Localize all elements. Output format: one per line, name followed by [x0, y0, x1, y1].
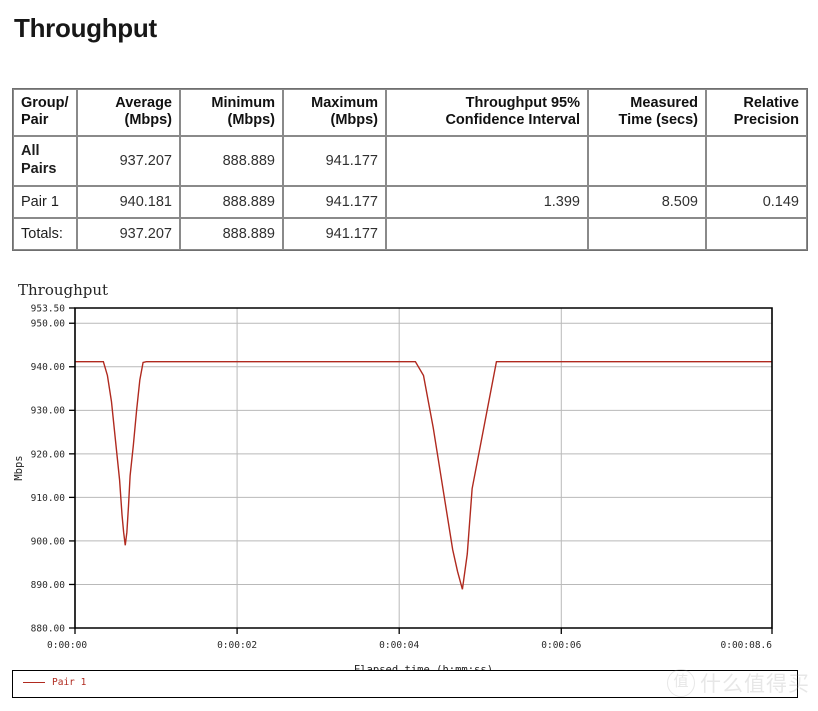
cell-measured-time: 8.509 [588, 185, 706, 218]
chart-x-axis-tick-labels: 0:00:00 0:00:02 0:00:04 0:00:06 0:00:08.6 [47, 640, 772, 651]
chart-y-tick-marks [69, 307, 75, 629]
chart-gridlines [75, 308, 772, 628]
svg-text:953.50: 953.50 [31, 303, 66, 314]
row-label-totals: Totals: [13, 217, 77, 250]
column-header-minimum: Minimum (Mbps) [180, 89, 283, 136]
cell-measured-time [588, 135, 706, 186]
legend-line-swatch-icon [23, 682, 45, 683]
column-header-maximum-line2: (Mbps) [330, 112, 378, 129]
svg-text:920.00: 920.00 [31, 449, 66, 460]
svg-text:880.00: 880.00 [31, 623, 66, 634]
cell-average: 937.207 [77, 135, 180, 186]
svg-text:890.00: 890.00 [31, 580, 66, 591]
column-header-confidence-line1: Throughput 95% [465, 95, 580, 111]
cell-relative-precision [706, 217, 807, 250]
svg-text:0:00:08.6: 0:00:08.6 [721, 640, 773, 651]
cell-average: 937.207 [77, 217, 180, 250]
table-header: Group/ Pair Average (Mbps) Minimum (Mbps… [13, 89, 807, 136]
chart-y-axis-label: Mbps [13, 455, 25, 480]
column-header-measured-line2: Time (secs) [618, 112, 698, 129]
column-header-group-pair-line2: Pair [21, 112, 49, 129]
chart-frame [74, 307, 773, 629]
cell-maximum: 941.177 [283, 135, 386, 186]
svg-text:950.00: 950.00 [31, 319, 66, 330]
svg-text:940.00: 940.00 [31, 362, 66, 373]
cell-average: 940.181 [77, 185, 180, 218]
column-header-average: Average (Mbps) [77, 89, 180, 136]
column-header-group-pair: Group/ Pair [13, 89, 77, 136]
table-row: Totals: 937.207 888.889 941.177 [13, 217, 807, 250]
throughput-results-table: Group/ Pair Average (Mbps) Minimum (Mbps… [12, 88, 808, 251]
column-header-confidence-interval: Throughput 95% Confidence Interval [386, 89, 588, 136]
column-header-relative-precision: Relative Precision [706, 89, 807, 136]
row-label-pair-1: Pair 1 [13, 185, 77, 218]
column-header-precision-line2: Precision [733, 112, 799, 129]
column-header-confidence-line2: Confidence Interval [445, 112, 580, 129]
row-label-all-pairs-line1: All [21, 143, 40, 160]
svg-text:900.00: 900.00 [31, 536, 66, 547]
chart-x-tick-marks [74, 628, 773, 634]
svg-text:0:00:00: 0:00:00 [47, 640, 87, 651]
chart-plot-area: 953.50 950.00 940.00 930.00 920.00 910.00 900.… [13, 303, 773, 670]
table-row: Pair 1 940.181 888.889 941.177 1.399 8.5… [13, 185, 807, 218]
chart-legend: Pair 1 [12, 670, 798, 698]
column-header-group-pair-line1: Group/ [21, 95, 69, 111]
svg-text:0:00:02: 0:00:02 [217, 640, 257, 651]
cell-relative-precision: 0.149 [706, 185, 807, 218]
cell-minimum: 888.889 [180, 217, 283, 250]
column-header-maximum: Maximum (Mbps) [283, 89, 386, 136]
results-table: Group/ Pair Average (Mbps) Minimum (Mbps… [12, 88, 808, 251]
row-label-all-pairs: All Pairs [13, 135, 77, 186]
page-title: Throughput [14, 13, 157, 43]
table-body: All Pairs 937.207 888.889 941.177 Pair 1… [13, 135, 807, 250]
table-row: All Pairs 937.207 888.889 941.177 [13, 135, 807, 186]
column-header-minimum-line2: (Mbps) [227, 112, 275, 129]
legend-item-pair-1: Pair 1 [23, 677, 86, 688]
cell-confidence-interval: 1.399 [386, 185, 588, 218]
throughput-chart: Throughput 953.50 950.00 940.00 930.00 920.0… [0, 270, 818, 711]
svg-text:0:00:06: 0:00:06 [541, 640, 581, 651]
cell-measured-time [588, 217, 706, 250]
column-header-measured-line1: Measured [630, 95, 698, 111]
column-header-minimum-line1: Minimum [211, 95, 275, 111]
svg-text:910.00: 910.00 [31, 493, 66, 504]
table-header-row: Group/ Pair Average (Mbps) Minimum (Mbps… [13, 89, 807, 136]
cell-maximum: 941.177 [283, 185, 386, 218]
cell-confidence-interval [386, 135, 588, 186]
svg-text:0:00:04: 0:00:04 [379, 640, 419, 651]
chart-y-axis-tick-labels: 953.50 950.00 940.00 930.00 920.00 910.00 900.… [31, 303, 66, 634]
column-header-average-line2: (Mbps) [124, 112, 172, 129]
svg-text:930.00: 930.00 [31, 406, 66, 417]
chart-series-layer [75, 360, 772, 590]
legend-item-label: Pair 1 [52, 677, 87, 688]
cell-maximum: 941.177 [283, 217, 386, 250]
column-header-average-line1: Average [115, 95, 172, 111]
row-label-all-pairs-line2: Pairs [21, 160, 57, 177]
column-header-precision-line1: Relative [743, 95, 799, 111]
cell-minimum: 888.889 [180, 135, 283, 186]
cell-confidence-interval [386, 217, 588, 250]
column-header-maximum-line1: Maximum [311, 95, 378, 111]
cell-relative-precision [706, 135, 807, 186]
column-header-measured-time: Measured Time (secs) [588, 89, 706, 136]
cell-minimum: 888.889 [180, 185, 283, 218]
